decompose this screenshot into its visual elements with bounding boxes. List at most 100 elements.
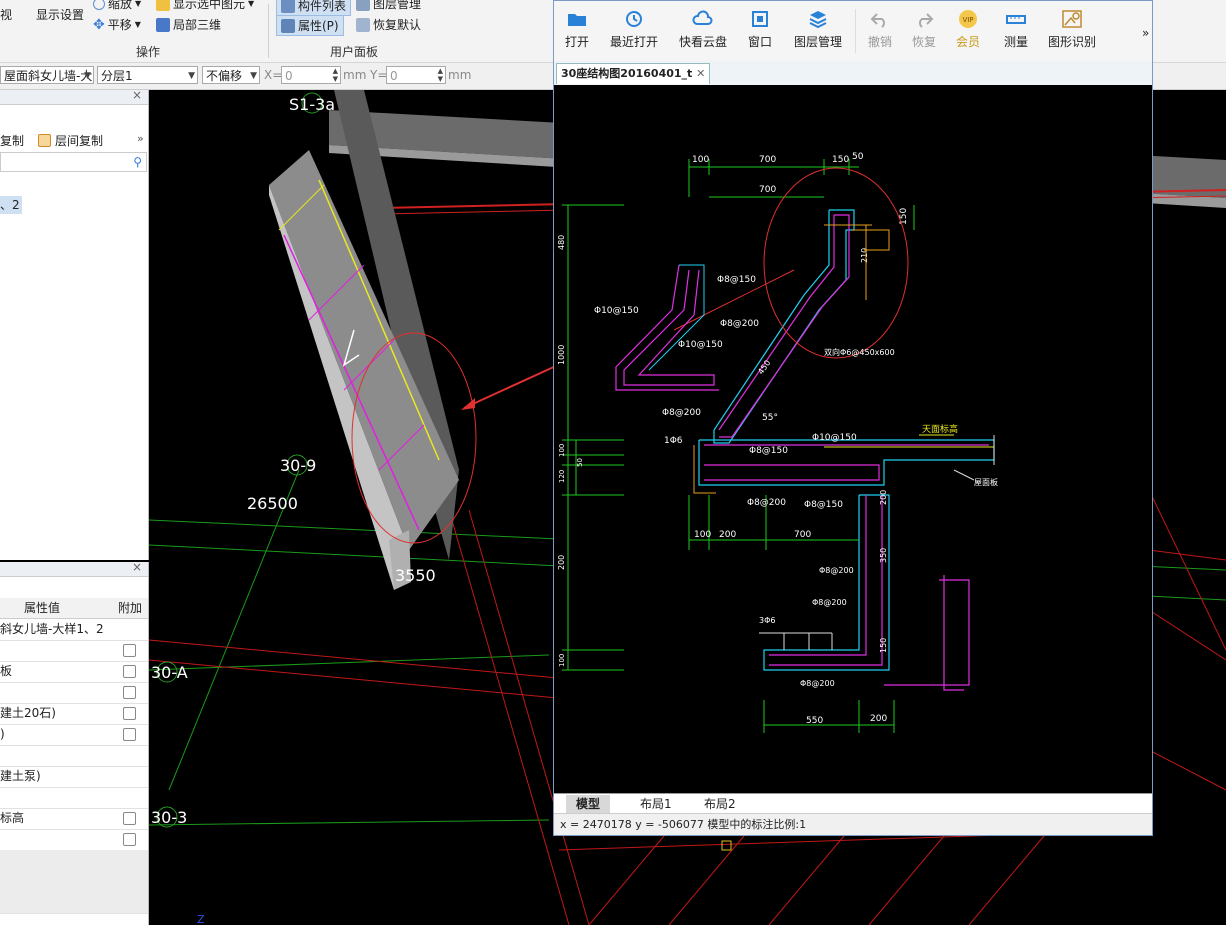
svg-text:VIP: VIP [962,16,973,24]
window-button[interactable]: 窗口 [746,9,774,50]
extra-checkbox[interactable] [123,833,136,846]
dimension-label: 26500 [247,494,298,513]
toolbar-divider [855,9,856,53]
property-row[interactable]: 建土20石) [0,703,148,725]
rebar-label: 1Φ6 [664,436,683,446]
property-row[interactable]: 板 [0,661,148,683]
shape-recognize-button[interactable]: 图形识别 [1046,9,1098,50]
red-line [149,639,580,681]
zoom-label: 缩放 [108,0,133,11]
ribbon-separator [268,4,269,58]
extra-checkbox[interactable] [123,728,136,741]
extra-checkbox[interactable] [123,644,136,657]
local-3d-button[interactable]: 局部三维 [156,16,221,33]
property-row[interactable]: 建土泵) [0,766,148,788]
rebar-label: Φ10@150 [678,340,723,350]
tab-model[interactable]: 模型 [566,795,611,813]
property-row[interactable] [0,640,148,662]
property-row[interactable]: ) [0,724,148,746]
vip-label: 会员 [955,35,980,49]
layer-mgmt-button[interactable]: 图层管理 [356,0,421,12]
tree-item-selected[interactable]: 、2 [0,196,22,214]
x-input[interactable]: 0 ▲ ▼ [281,66,341,84]
drawing-canvas[interactable]: 100 700 150 50 700 150 210 480 1000 100 … [554,85,1152,793]
panel-header: × [0,88,148,105]
red-line [768,829,850,925]
property-row[interactable] [0,871,148,893]
dim-text: 150 [832,155,849,165]
component-list-button[interactable]: 构件列表 [276,0,352,16]
layer-button[interactable]: 图层管理 [792,9,844,50]
property-row[interactable]: 标高 [0,808,148,830]
property-row[interactable] [0,682,148,704]
copy-button[interactable]: 复制 [0,132,24,149]
grid-line [149,819,550,826]
dim-text: 700 [759,155,776,165]
extra-checkbox[interactable] [123,812,136,825]
cloud-button[interactable]: 快看云盘 [678,9,728,50]
search-input[interactable]: ⚲ [0,152,147,172]
dim-text: 50 [852,152,864,162]
more-icon[interactable]: » [137,132,144,145]
search-icon[interactable]: ⚲ [133,155,142,169]
view-button[interactable]: 视 [0,6,12,23]
recent-button[interactable]: 最近打开 [608,9,660,50]
tab-layout2[interactable]: 布局2 [694,795,746,813]
properties-icon [281,18,295,33]
leader-line [953,469,975,481]
layers-icon [356,0,370,11]
rebar-line [704,464,880,481]
dim-text: 100 [694,530,711,540]
spin-icon: ▲ ▼ [437,67,443,83]
close-icon[interactable]: ✕ [696,67,705,80]
open-button[interactable]: 打开 [564,9,590,50]
show-selected-label: 显示选中图元 [173,0,246,11]
offset-combo[interactable]: 不偏移 ▼ [202,66,260,84]
dim-text: 700 [794,530,811,540]
dim-text: 100 [558,444,566,457]
pan-label: 平移 [107,18,132,32]
dim-text: 200 [719,530,736,540]
rebar-label: 双向Φ6@450x600 [824,347,895,357]
properties-button[interactable]: 属性(P) [276,15,344,36]
extra-checkbox[interactable] [123,665,136,678]
property-row[interactable] [0,892,148,914]
zoom-button[interactable]: 缩放 ▼ [93,0,141,12]
property-row[interactable] [0,850,148,872]
x-value: 0 [285,69,293,83]
component-combo[interactable]: 屋面斜女儿墙-大 ▼ [0,66,94,84]
rebar-label: Φ8@150 [717,275,756,285]
document-tab[interactable]: 30座结构图20160401_t ✕ [556,63,711,84]
y-input[interactable]: 0 ▲ ▼ [386,66,446,84]
structure-drawing[interactable]: 100 700 150 50 700 150 210 480 1000 100 … [554,85,1152,793]
concrete-outline [763,494,890,671]
display-settings-button[interactable]: 显示设置 [36,6,84,23]
redo-button[interactable]: 恢复 [910,9,938,50]
rebar-label: Φ8@150 [804,500,843,510]
rebar-label: Φ8@200 [800,679,835,688]
property-row[interactable] [0,787,148,809]
floor-copy-button[interactable]: 层间复制 [38,132,103,149]
tab-layout1[interactable]: 布局1 [630,795,682,813]
extra-checkbox[interactable] [123,686,136,699]
undo-button[interactable]: 撤销 [866,9,894,50]
close-icon[interactable]: × [132,88,142,102]
layer-combo[interactable]: 分层1 ▼ [97,66,198,84]
extra-checkbox[interactable] [123,707,136,720]
pan-button[interactable]: ✥ 平移 ▼ [93,16,141,33]
shape-recognize-label: 图形识别 [1047,35,1096,49]
vip-button[interactable]: VIP 会员 [954,9,982,50]
component-panel: × 复制 层间复制 » ⚲ 、2 [0,88,149,560]
show-selected-button[interactable]: 显示选中图元 ▼ [156,0,254,12]
restore-default-button[interactable]: 恢复默认 [356,16,421,33]
property-row[interactable]: 斜女儿墙-大样1、2 [0,619,148,641]
unit-label: mm [343,68,367,82]
more-icon[interactable]: » [1142,26,1149,40]
property-row[interactable] [0,829,148,851]
measure-button[interactable]: 测量 [1002,9,1030,50]
property-row[interactable] [0,745,148,767]
close-icon[interactable]: × [132,560,142,574]
component-list-label: 构件列表 [298,0,347,13]
dwg-viewer-window[interactable]: 打开 最近打开 快看云盘 窗口 图层管理 撤销 恢复 VIP 会员 测量 图形识别… [553,0,1153,836]
folder-icon [568,14,586,26]
